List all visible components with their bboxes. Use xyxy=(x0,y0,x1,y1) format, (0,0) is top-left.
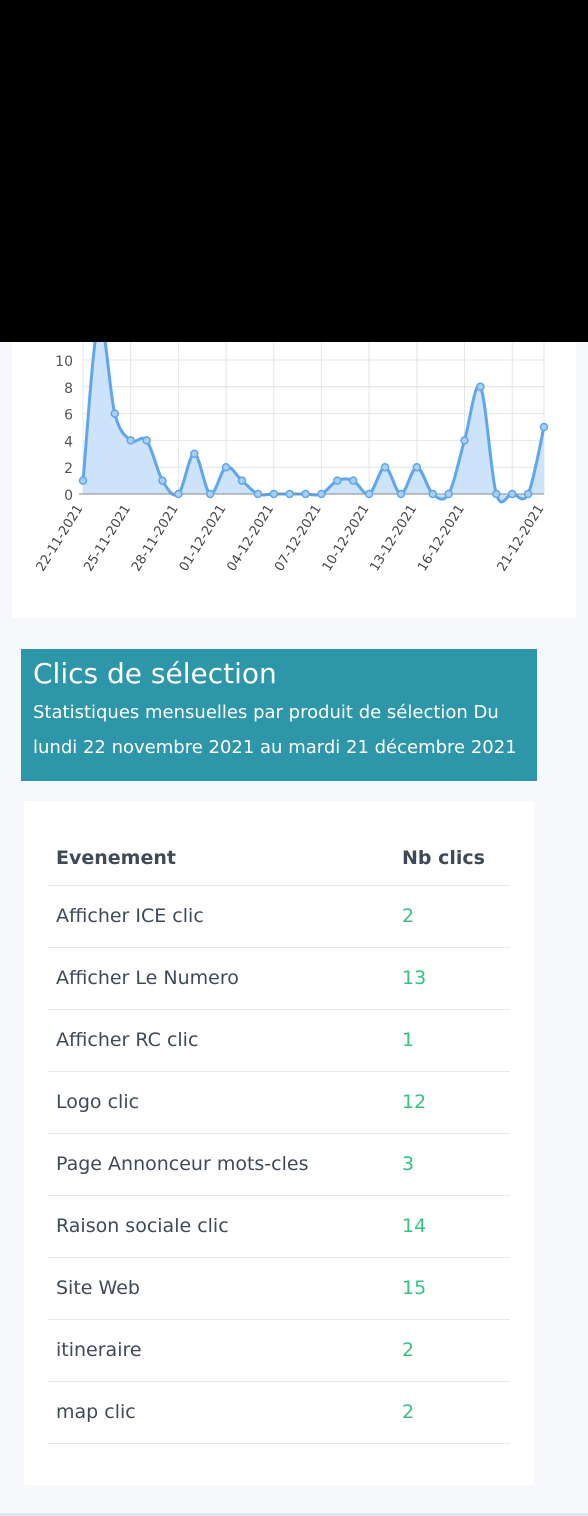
y-tick-label: 8 xyxy=(64,381,73,397)
data-point xyxy=(158,476,167,485)
x-tick-label: 21-12-2021 xyxy=(495,502,548,574)
click-count: 2 xyxy=(402,1401,415,1423)
data-point xyxy=(301,489,310,499)
data-point xyxy=(539,422,549,432)
data-point xyxy=(364,489,374,499)
clicks-area-chart: 0 2 4 6 8 10 22-11-202125-11-202128-11-202101-… xyxy=(34,342,549,574)
data-point xyxy=(348,476,358,485)
data-point xyxy=(523,489,533,499)
table-row: itineraire 2 xyxy=(48,1320,510,1382)
table-header: Evenement Nb clics xyxy=(48,831,510,886)
banner-subtitle: Statistiques mensuelles par produit de s… xyxy=(33,702,517,758)
click-count: 1 xyxy=(402,1029,415,1051)
data-point xyxy=(444,489,453,499)
x-tick-label: 07-12-2021 xyxy=(272,502,325,574)
series-area xyxy=(83,342,544,502)
x-tick-label: 01-12-2021 xyxy=(177,502,230,574)
data-point xyxy=(333,476,342,485)
x-tick-label: 22-11-2021 xyxy=(34,502,87,574)
x-tick-label: 25-11-2021 xyxy=(81,502,134,574)
data-point xyxy=(476,382,485,392)
table-row: Afficher Le Numero 13 xyxy=(48,948,510,1010)
event-name: Page Annonceur mots-cles xyxy=(56,1153,309,1175)
data-point xyxy=(285,489,294,499)
click-count: 12 xyxy=(402,1091,427,1113)
chart-card: 0 2 4 6 8 10 22-11-2021 25-11-2021 28-11-2021 01-… xyxy=(12,342,576,618)
data-point xyxy=(253,489,263,499)
click-count: 3 xyxy=(402,1153,415,1175)
click-count: 13 xyxy=(402,967,427,989)
header-event: Evenement xyxy=(56,847,176,869)
data-point xyxy=(110,409,120,418)
data-point xyxy=(142,436,151,445)
data-point xyxy=(492,489,501,499)
table-row: Afficher ICE clic 2 xyxy=(48,886,510,948)
data-point xyxy=(126,436,135,445)
data-point xyxy=(412,462,422,472)
data-point xyxy=(237,476,247,485)
event-name: Raison sociale clic xyxy=(56,1215,229,1237)
data-point xyxy=(380,462,390,472)
event-name: itineraire xyxy=(56,1339,142,1361)
data-point xyxy=(205,489,215,499)
click-count: 14 xyxy=(402,1215,427,1237)
header-clicks: Nb clics xyxy=(402,847,485,869)
top-black-area xyxy=(0,0,588,342)
table-row: Afficher RC clic 1 xyxy=(48,1010,510,1072)
x-tick-label: 13-12-2021 xyxy=(367,502,420,574)
data-point xyxy=(428,489,437,499)
event-name: map clic xyxy=(56,1401,136,1423)
event-name: Logo clic xyxy=(56,1091,140,1113)
data-point xyxy=(460,436,469,445)
x-tick-label: 28-11-2021 xyxy=(129,502,182,574)
y-tick-label: 0 xyxy=(64,488,73,504)
table-row: Logo clic 12 xyxy=(48,1072,510,1134)
data-point xyxy=(190,449,199,459)
data-point xyxy=(507,489,517,499)
x-tick-label: 04-12-2021 xyxy=(224,502,277,574)
table-row: Raison sociale clic 14 xyxy=(48,1196,510,1258)
click-count: 2 xyxy=(402,905,415,927)
selection-clicks-banner: Clics de sélection Statistiques mensuell… xyxy=(21,649,537,781)
table-row: map clic 2 xyxy=(48,1382,510,1444)
data-point xyxy=(78,476,88,485)
banner-title: Clics de sélection xyxy=(33,657,277,690)
event-name: Site Web xyxy=(56,1277,140,1299)
y-tick-label: 10 xyxy=(55,354,73,370)
table-row: Page Annonceur mots-cles 3 xyxy=(48,1134,510,1196)
click-count: 15 xyxy=(402,1277,427,1299)
data-point xyxy=(174,489,183,499)
event-name: Afficher ICE clic xyxy=(56,905,204,927)
clicks-table-card: Evenement Nb clics Afficher ICE clic 2 Aff… xyxy=(24,801,534,1485)
data-point xyxy=(317,489,326,499)
data-point xyxy=(396,489,406,499)
data-point xyxy=(221,462,231,472)
y-tick-label: 2 xyxy=(64,461,73,477)
x-tick-label: 10-12-2021 xyxy=(320,502,373,574)
event-name: Afficher Le Numero xyxy=(56,967,239,989)
x-tick-label: 16-12-2021 xyxy=(415,502,468,574)
y-tick-label: 4 xyxy=(64,434,73,450)
table-row: Site Web 15 xyxy=(48,1258,510,1320)
click-count: 2 xyxy=(402,1339,415,1361)
event-name: Afficher RC clic xyxy=(56,1029,199,1051)
data-point xyxy=(269,489,279,499)
y-tick-label: 6 xyxy=(64,408,73,424)
